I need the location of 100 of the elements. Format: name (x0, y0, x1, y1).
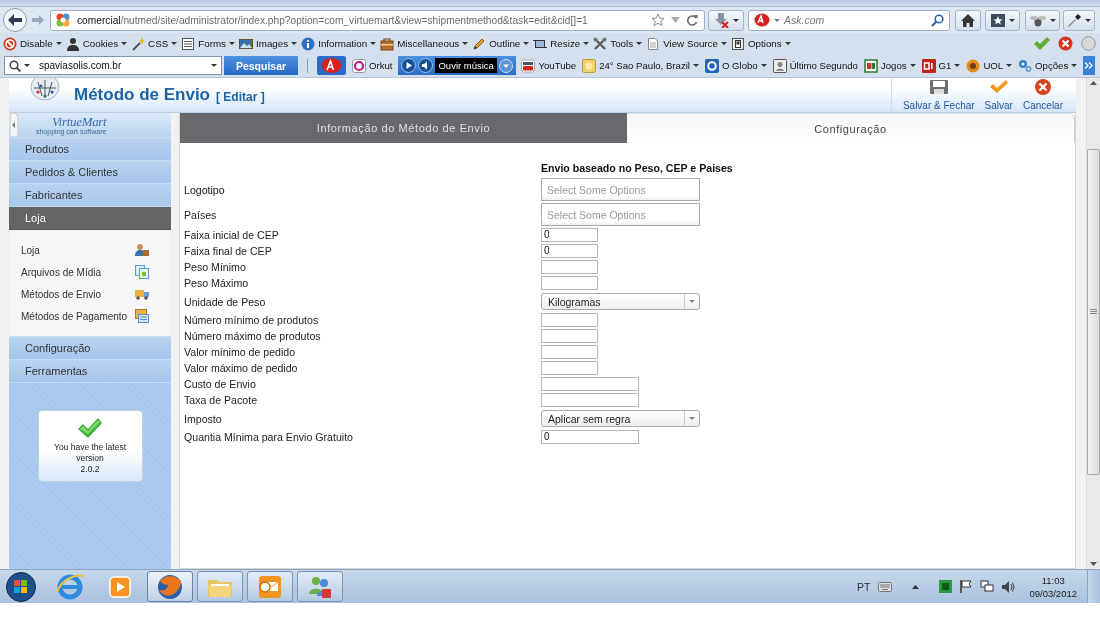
bookmark-link[interactable]: Último Segundo (772, 58, 858, 73)
cancel-icon (1033, 78, 1053, 95)
toolbar-menu[interactable]: Forms (181, 36, 235, 51)
keyboard-icon[interactable] (878, 581, 893, 592)
bookmark-link[interactable]: Jogos (863, 58, 916, 73)
tab[interactable]: Configuração (627, 113, 1075, 143)
info-icon (301, 36, 316, 51)
forward-icon[interactable] (30, 13, 46, 27)
dropdown[interactable]: Aplicar sem regra (541, 410, 700, 427)
sidebar-item[interactable]: Pedidos & Clientes (9, 161, 171, 184)
language-indicator[interactable]: PT (857, 580, 871, 593)
sidebar-item[interactable]: Produtos (9, 138, 171, 161)
search-button[interactable]: Pesquisar (224, 56, 298, 75)
version-message: You have the latest version (53, 442, 127, 464)
toolbar-button[interactable] (1025, 9, 1060, 31)
star-icon[interactable] (651, 13, 665, 27)
toolbar-menu[interactable]: Images (239, 36, 298, 51)
input-field[interactable] (541, 260, 598, 274)
sidebar-item[interactable]: Fabricantes (9, 184, 171, 207)
flag-icon[interactable] (960, 580, 973, 593)
toolbar-menu[interactable]: Outline (472, 36, 530, 51)
search-field[interactable]: spaviasolis.com.br (4, 56, 222, 75)
input-field[interactable] (541, 345, 598, 359)
input-field[interactable] (541, 276, 598, 290)
reload-icon[interactable] (686, 14, 698, 26)
bookmark-link[interactable]: Opções (1018, 58, 1078, 73)
input-field[interactable]: 0 (541, 244, 598, 258)
toolbar-menu[interactable]: Disable (3, 36, 62, 51)
input-field[interactable] (541, 393, 639, 407)
toolbar-menu[interactable]: Information (301, 36, 377, 51)
bookmarks-button[interactable] (985, 9, 1020, 31)
taskbar-app[interactable] (147, 571, 193, 602)
submenu-item[interactable]: Loja (9, 239, 171, 261)
bookmark-link[interactable]: O Globo (704, 58, 767, 73)
search-icon[interactable] (931, 13, 944, 27)
scroll-thumb[interactable] (1087, 149, 1100, 475)
toolbar-button[interactable] (1063, 9, 1095, 31)
taskbar-app[interactable] (297, 571, 343, 602)
bookmark-link[interactable]: G1 (921, 58, 961, 73)
bookmark-link[interactable]: Orkut (352, 58, 393, 73)
taskbar-app[interactable] (247, 571, 293, 602)
submenu-item[interactable]: Métodos de Pagamento (9, 305, 171, 327)
check-icon[interactable] (1034, 37, 1050, 50)
tab[interactable]: Informação do Método de Envio (180, 113, 627, 143)
dropdown-icon[interactable] (499, 58, 514, 73)
toolbar-menu[interactable]: Tools (593, 36, 643, 51)
toolbar-button[interactable]: Salvar (979, 77, 1018, 111)
toolbar-menu[interactable]: Cookies (65, 36, 128, 51)
address-bar[interactable]: comercial/nutmed/site/administrator/index.php?option=com_virtuemart&view=shipmentmethod&task=edit&cid[]=1 (50, 9, 705, 31)
sidebar-item[interactable]: Loja (9, 207, 171, 230)
toolbar-button[interactable]: Cancelar (1017, 77, 1068, 111)
ring-icon (352, 58, 366, 73)
start-orb-icon[interactable] (5, 571, 37, 602)
caret-icon (229, 42, 235, 45)
more-button[interactable] (1083, 56, 1096, 75)
submenu-item[interactable]: Métodos de Envio (9, 283, 171, 305)
logo-icon[interactable] (317, 56, 346, 75)
input-field[interactable] (541, 329, 598, 343)
input-field[interactable] (541, 377, 639, 391)
back-icon[interactable] (3, 8, 27, 32)
media-player[interactable]: Ouvir música (398, 56, 517, 75)
dropdown-arrow-icon[interactable] (671, 17, 680, 23)
search-field[interactable]: Ask.com (748, 9, 950, 31)
field-label: Número máximo de produtos (184, 330, 322, 342)
download-button[interactable] (708, 9, 744, 31)
toolbar-menu[interactable]: Resize (533, 36, 590, 51)
toolbar-menu[interactable]: Miscellaneous (380, 36, 469, 51)
sidebar-item[interactable]: Ferramentas (9, 360, 171, 383)
ring-tile-icon (704, 58, 719, 73)
square-icon[interactable] (939, 580, 953, 593)
home-button[interactable] (955, 9, 981, 31)
petals-icon (55, 12, 71, 28)
toolbar-button[interactable]: Salvar & Fechar (897, 77, 980, 111)
play-icon[interactable] (401, 58, 417, 73)
grip-icon (1090, 309, 1097, 315)
toolbar-menu[interactable]: CSS (131, 36, 178, 51)
speaker-icon[interactable] (1002, 580, 1016, 593)
volume-icon[interactable] (418, 58, 434, 73)
sidebar-item[interactable]: Configuração (9, 337, 171, 360)
dropdown[interactable]: Kilogramas (541, 293, 700, 310)
toolbar-menu[interactable]: View Source (646, 36, 727, 51)
taskbar-app[interactable] (197, 571, 243, 602)
field-label: Unidade de Peso (184, 295, 267, 308)
network-icon[interactable] (980, 580, 995, 593)
toolbar-menu[interactable]: Options (730, 36, 791, 51)
clock-time[interactable]: 11:03 (1041, 573, 1065, 587)
bookmark-link[interactable]: YouTube (521, 58, 577, 73)
bookmark-link[interactable]: 24° Sao Paulo, Brazil (582, 58, 699, 73)
input-field[interactable] (541, 313, 598, 327)
cards-icon (863, 58, 878, 73)
bookmark-link[interactable]: UOL (966, 58, 1013, 73)
error-icon[interactable] (1058, 36, 1073, 51)
input-field[interactable]: 0 (541, 430, 639, 444)
submenu-item[interactable]: Arquivos de Mídia (9, 261, 171, 283)
input-field[interactable]: 0 (541, 228, 598, 242)
collapse-icon[interactable] (10, 113, 18, 137)
input-field[interactable] (541, 361, 598, 375)
up-triangle-icon[interactable] (912, 584, 920, 589)
scrollbar[interactable] (1086, 78, 1100, 569)
clock-date[interactable]: 09/03/2012 (1029, 586, 1077, 600)
